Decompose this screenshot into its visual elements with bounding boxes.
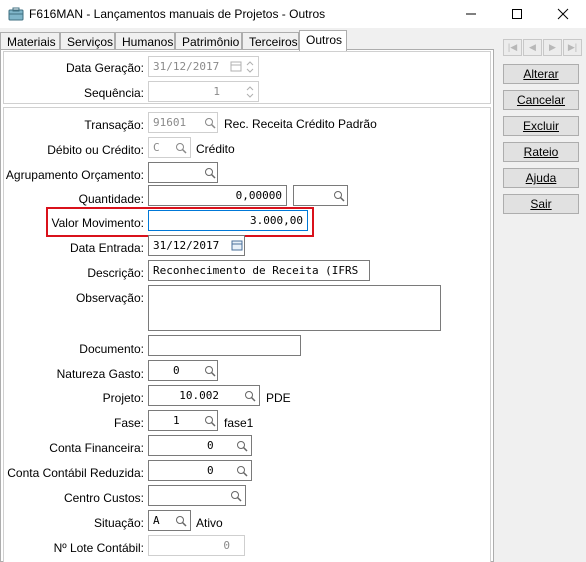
projeto-label: Projeto: [102, 391, 144, 405]
situacao-value: A [153, 514, 160, 527]
transacao-value: 91601 [153, 116, 187, 129]
fase-description: fase1 [224, 416, 254, 430]
situacao-label: Situação: [93, 516, 144, 530]
tab-patrimonio[interactable]: Patrimônio [175, 32, 242, 50]
conta-contabil-value: 0 [207, 464, 214, 477]
observacao-label: Observação: [75, 291, 144, 305]
sequencia-field[interactable]: 1 [148, 81, 259, 102]
fase-label: Fase: [113, 416, 144, 430]
documento-field[interactable] [148, 335, 301, 356]
lote-contabil-value: 0 [223, 539, 230, 552]
situacao-search-icon[interactable] [171, 510, 191, 531]
briefcase-icon [8, 7, 24, 21]
agrupamento-search-icon[interactable] [200, 162, 220, 183]
fase-value: 1 [173, 414, 180, 427]
fase-search-icon[interactable] [200, 410, 220, 431]
conta-financeira-search-icon[interactable] [232, 435, 252, 456]
tab-servicos[interactable]: Serviços [60, 32, 115, 50]
calendar-icon[interactable] [231, 239, 243, 251]
quantidade-value: 0,00000 [235, 189, 282, 202]
maximize-button[interactable] [494, 0, 540, 28]
minimize-button[interactable] [448, 0, 494, 28]
projeto-search-icon[interactable] [240, 385, 260, 406]
action-sidebar: |◀ ◀ ▶ ▶| Alterar Cancelar Excluir Ratei… [498, 32, 586, 562]
previous-icon: ◀ [529, 42, 536, 52]
quantidade-field[interactable]: 0,00000 [148, 185, 287, 206]
agrupamento-label: Agrupamento Orçamento: [5, 168, 144, 182]
close-icon [557, 8, 569, 20]
data-geracao-field[interactable]: 31/12/2017 [148, 56, 259, 77]
calendar-icon[interactable] [230, 60, 242, 72]
minimize-icon [466, 13, 476, 15]
alterar-button[interactable]: Alterar [503, 64, 579, 84]
transacao-label: Transação: [84, 118, 144, 132]
valor-movimento-label: Valor Movimento: [51, 216, 144, 230]
sair-button[interactable]: Sair [503, 194, 579, 214]
descricao-value: Reconhecimento de Receita (IFRS [153, 264, 359, 277]
conta-contabil-label: Conta Contábil Reduzida: [7, 466, 144, 480]
next-record-button[interactable]: ▶ [543, 39, 562, 56]
tab-materiais[interactable]: Materiais [0, 32, 60, 50]
descricao-label: Descrição: [87, 266, 144, 280]
quantidade-label: Quantidade: [78, 192, 144, 206]
first-icon: |◀ [507, 42, 518, 52]
conta-contabil-search-icon[interactable] [232, 460, 252, 481]
natureza-gasto-value: 0 [173, 364, 180, 377]
valor-movimento-value: 3.000,00 [250, 214, 303, 227]
data-entrada-label: Data Entrada: [69, 241, 144, 255]
previous-record-button[interactable]: ◀ [523, 39, 542, 56]
data-geracao-value: 31/12/2017 [153, 60, 220, 73]
title-bar: F616MAN - Lançamentos manuais de Projeto… [0, 0, 586, 28]
rateio-button[interactable]: Rateio [503, 142, 579, 162]
unidade-search-icon[interactable] [329, 185, 349, 206]
maximize-icon [512, 9, 522, 19]
centro-custos-search-icon[interactable] [226, 485, 246, 506]
natureza-gasto-label: Natureza Gasto: [56, 367, 144, 381]
first-record-button[interactable]: |◀ [503, 39, 522, 56]
transacao-search-icon[interactable] [200, 112, 220, 133]
lote-contabil-label: Nº Lote Contábil: [53, 541, 144, 555]
valor-movimento-field[interactable]: 3.000,00 [148, 210, 308, 231]
conta-financeira-label: Conta Financeira: [49, 441, 144, 455]
application-window: F616MAN - Lançamentos manuais de Projeto… [0, 0, 586, 562]
situacao-description: Ativo [196, 516, 223, 530]
data-entrada-value: 31/12/2017 [153, 239, 220, 252]
sequencia-value: 1 [213, 85, 220, 98]
descricao-field[interactable]: Reconhecimento de Receita (IFRS [148, 260, 370, 281]
conta-financeira-value: 0 [207, 439, 214, 452]
data-geracao-label: Data Geração: [65, 61, 144, 75]
tab-humanos[interactable]: Humanos [115, 32, 175, 50]
tab-terceiros[interactable]: Terceiros [242, 32, 299, 50]
spin-icon[interactable] [246, 86, 254, 98]
excluir-button[interactable]: Excluir [503, 116, 579, 136]
spin-icon[interactable] [246, 61, 254, 73]
debito-credito-description: Crédito [196, 142, 235, 156]
transacao-description: Rec. Receita Crédito Padrão [224, 117, 377, 131]
tab-outros[interactable]: Outros [299, 30, 347, 51]
last-icon: ▶| [567, 42, 578, 52]
sequencia-label: Sequência: [83, 86, 144, 100]
debito-credito-label: Débito ou Crédito: [47, 143, 144, 157]
window-title: F616MAN - Lançamentos manuais de Projeto… [29, 7, 326, 21]
ajuda-button[interactable]: Ajuda [503, 168, 579, 188]
debito-search-icon[interactable] [171, 137, 191, 158]
documento-label: Documento: [79, 342, 144, 356]
last-record-button[interactable]: ▶| [563, 39, 582, 56]
projeto-description: PDE [266, 391, 291, 405]
natureza-search-icon[interactable] [200, 360, 220, 381]
close-button[interactable] [540, 0, 586, 28]
debito-credito-value: C [153, 141, 160, 154]
next-icon: ▶ [549, 42, 556, 52]
projeto-value: 10.002 [179, 389, 219, 402]
observacao-textarea[interactable] [148, 285, 441, 331]
lote-contabil-field[interactable]: 0 [148, 535, 245, 556]
centro-custos-label: Centro Custos: [63, 491, 144, 505]
cancelar-button[interactable]: Cancelar [503, 90, 579, 110]
